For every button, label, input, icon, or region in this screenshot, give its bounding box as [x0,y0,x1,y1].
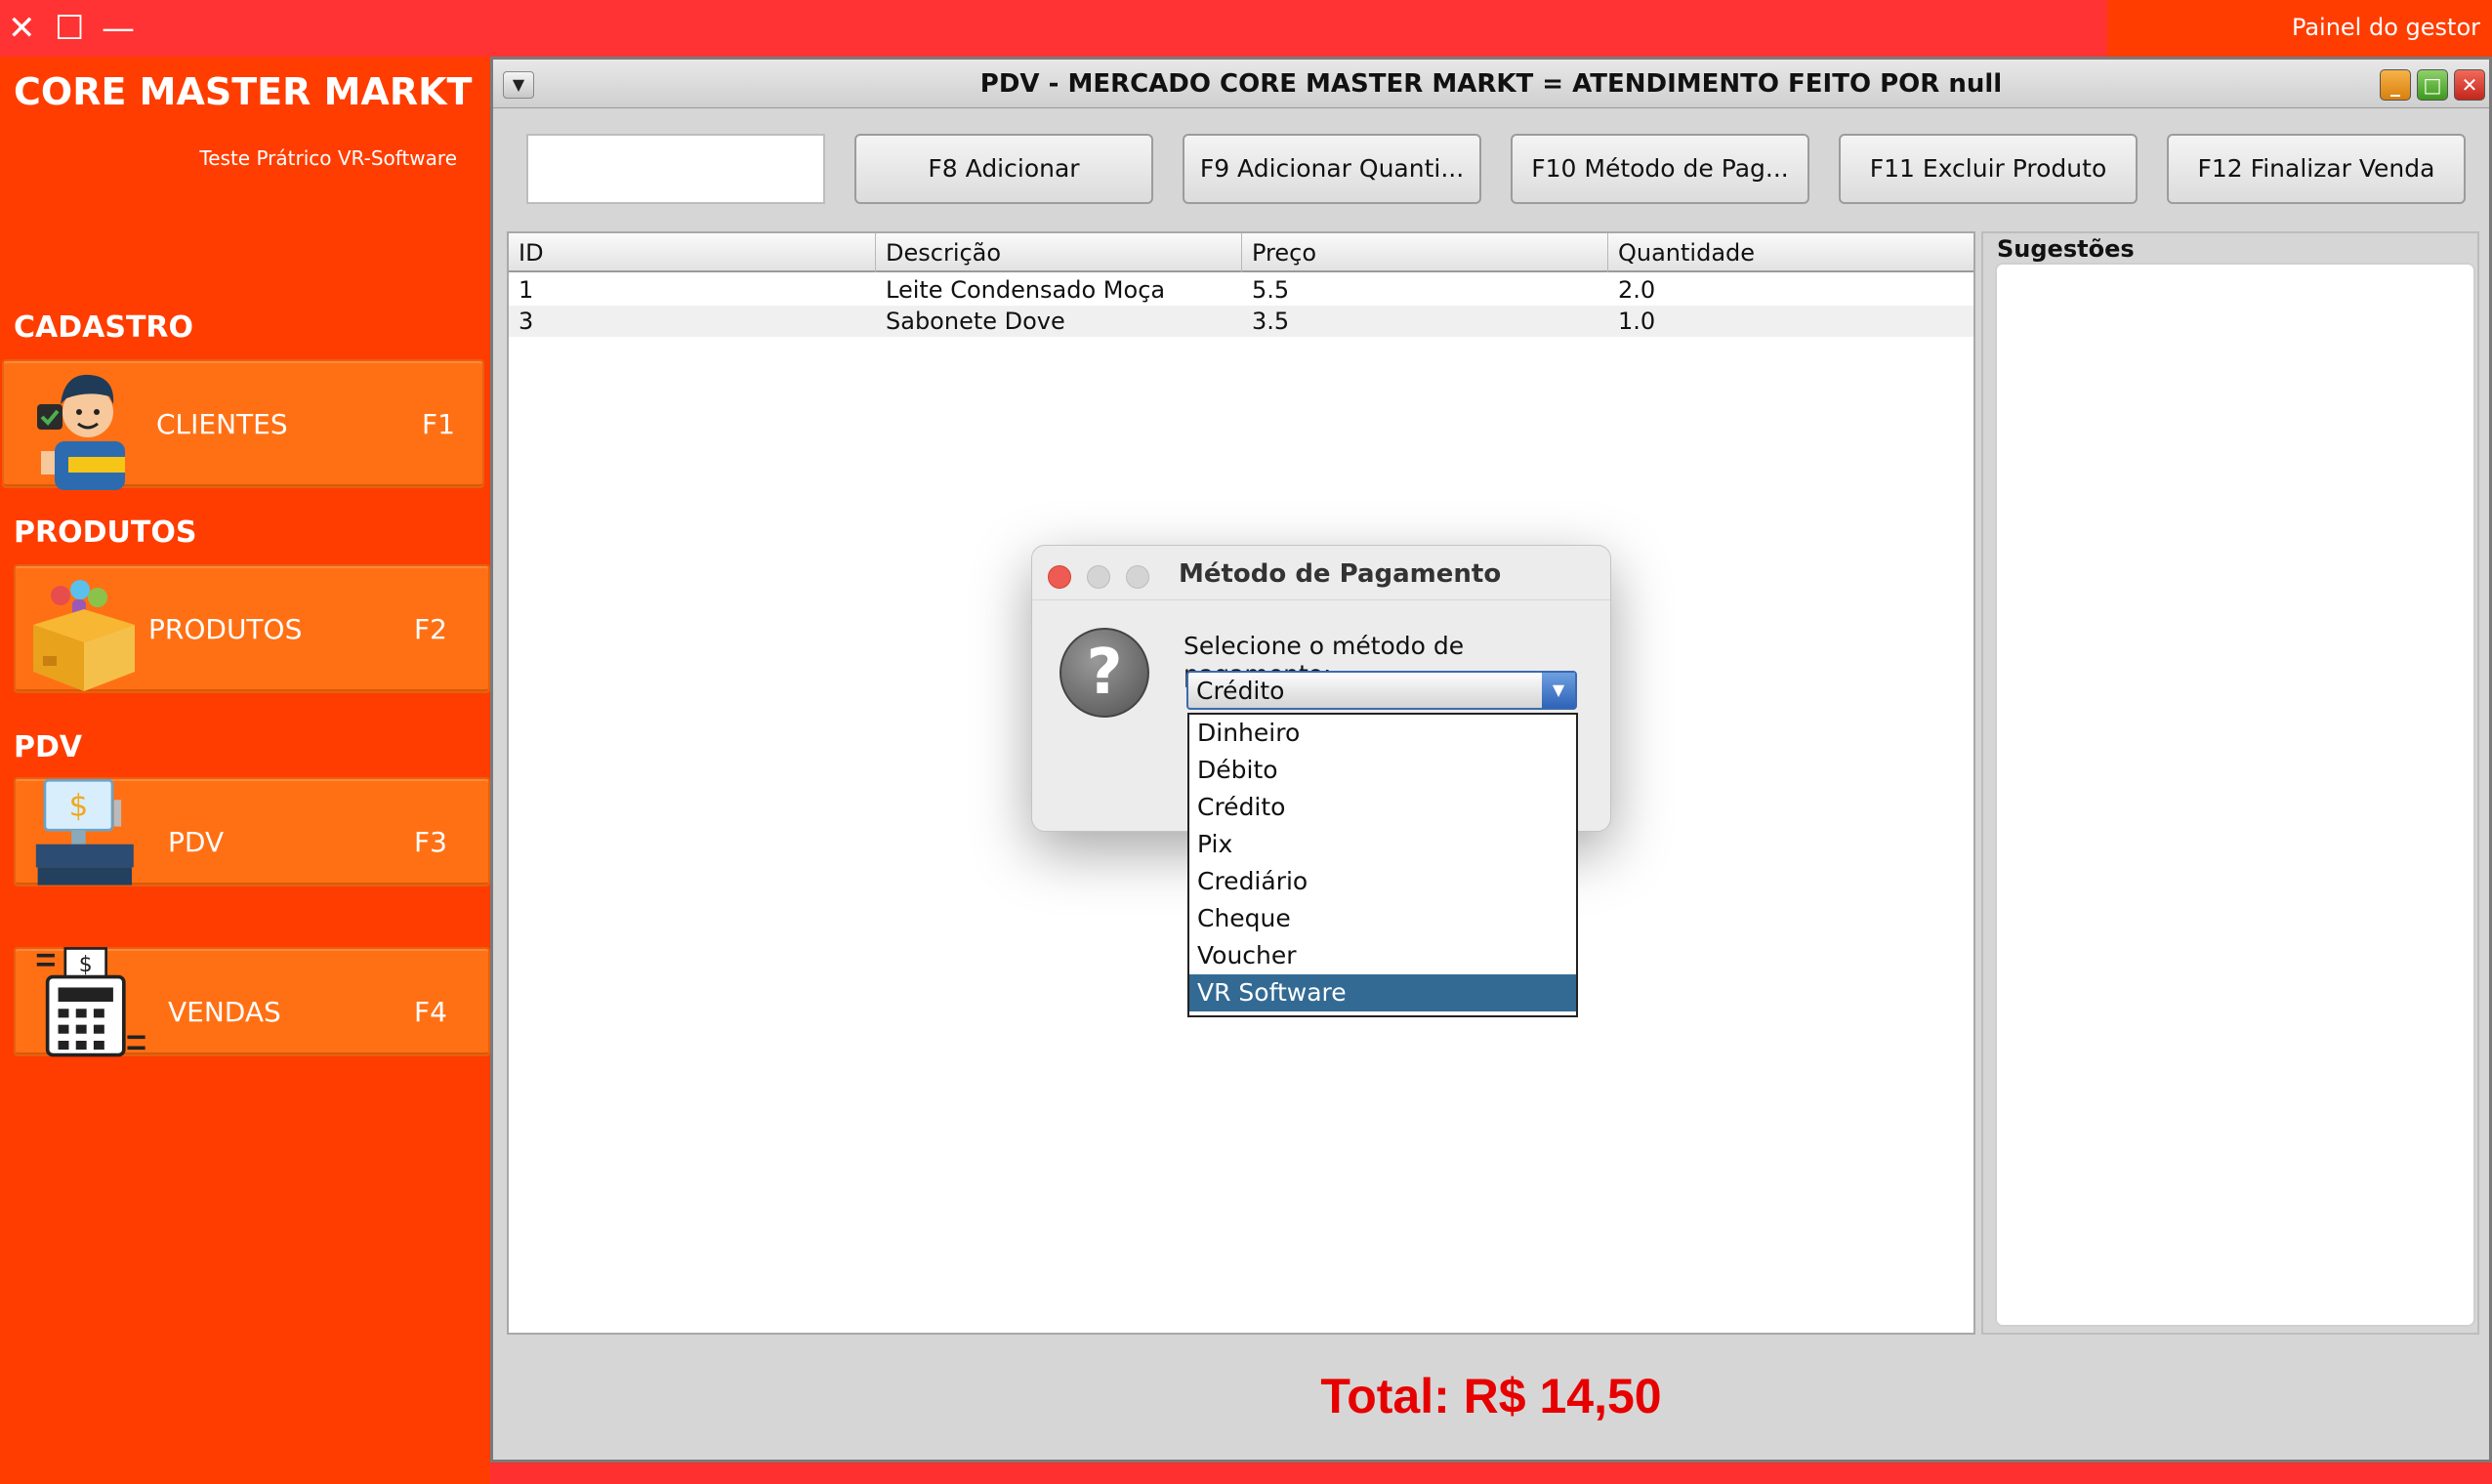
products-box-icon [33,580,135,691]
option-voucher[interactable]: Voucher [1189,937,1576,974]
close-window-button[interactable]: ✕ [2454,69,2485,101]
cell-quantity: 1.0 [1618,308,1656,335]
minimize-icon[interactable]: — [102,10,135,47]
dialog-close-button[interactable] [1048,565,1071,589]
section-pdv: PDV [14,730,83,764]
column-header-quantity[interactable]: Quantidade [1608,233,1973,272]
cell-price: 5.5 [1252,276,1290,304]
svg-text:$: $ [69,789,89,824]
option-cheque[interactable]: Cheque [1189,900,1576,937]
sidebar-item-label: CLIENTES [156,408,288,440]
window-title: PDV - MERCADO CORE MASTER MARKT = ATENDI… [979,69,2003,99]
option-pix[interactable]: Pix [1189,826,1576,863]
maximize-icon[interactable]: ☐ [55,10,84,47]
cell-id: 1 [519,276,534,304]
section-cadastro: CADASTRO [14,310,194,345]
cell-description: Leite Condensado Moça [886,276,1166,304]
maximize-window-button[interactable]: □ [2417,69,2448,101]
option-credito[interactable]: Crédito [1189,789,1576,826]
cell-id: 3 [519,308,534,335]
table-row[interactable]: 1 Leite Condensado Moça 5.5 2.0 [509,274,1973,306]
sidebar-item-produtos[interactable]: PRODUTOS F2 [14,564,490,693]
manager-panel-label: Painel do gestor [2291,14,2480,41]
dialog-title: Método de Pagamento [1179,559,1502,589]
sidebar-item-shortcut: F1 [422,408,455,440]
finish-sale-button[interactable]: F12 Finalizar Venda [2167,134,2466,204]
cell-quantity: 2.0 [1618,276,1656,304]
option-vr-software[interactable]: VR Software [1189,974,1576,1011]
cell-price: 3.5 [1252,308,1290,335]
sidebar-item-clientes[interactable]: CLIENTES F1 [2,359,484,490]
column-header-id[interactable]: ID [509,233,876,272]
suggestions-panel: Sugestões [1981,231,2479,1335]
top-bar: ✕ ☐ — Painel do gestor [0,0,2492,57]
sidebar: CORE MASTER MARKT Teste Prátrico VR-Soft… [0,57,490,1484]
sidebar-item-shortcut: F3 [414,826,447,858]
sidebar-item-label: PRODUTOS [148,613,303,645]
brand-subtitle: Teste Prátrico VR-Software [199,146,457,170]
option-debito[interactable]: Débito [1189,752,1576,789]
sales-calculator-icon: $ [36,947,145,1057]
remove-product-button[interactable]: F11 Excluir Produto [1839,134,2138,204]
sidebar-item-shortcut: F2 [414,613,447,645]
add-quantity-button[interactable]: F9 Adicionar Quanti... [1183,134,1481,204]
sidebar-item-shortcut: F4 [414,996,447,1028]
suggestions-title: Sugestões [1997,235,2135,263]
add-button[interactable]: F8 Adicionar [854,134,1153,204]
brand-title: CORE MASTER MARKT [14,70,473,113]
close-icon[interactable]: ✕ [8,10,36,47]
payment-method-select[interactable]: Crédito ▼ [1186,671,1577,710]
cell-description: Sabonete Dove [886,308,1065,335]
sidebar-item-label: PDV [168,826,225,858]
column-header-description[interactable]: Descrição [876,233,1242,272]
table-row[interactable]: 3 Sabonete Dove 3.5 1.0 [509,306,1973,337]
column-header-price[interactable]: Preço [1242,233,1608,272]
chevron-down-icon[interactable]: ▼ [1542,673,1575,708]
window-titlebar: ▼ PDV - MERCADO CORE MASTER MARKT = ATEN… [493,60,2489,108]
payment-method-options: Dinheiro Débito Crédito Pix Crediário Ch… [1187,713,1578,1017]
svg-text:$: $ [79,953,93,977]
table-header: ID Descrição Preço Quantidade [509,233,1973,272]
product-search-input[interactable] [526,134,825,204]
sidebar-item-pdv[interactable]: $ PDV F3 [14,777,490,886]
option-dinheiro[interactable]: Dinheiro [1189,715,1576,752]
sale-total: Total: R$ 14,50 [1320,1369,1662,1423]
manager-panel-button[interactable]: Painel do gestor [2107,0,2492,57]
sidebar-item-label: VENDAS [168,996,281,1028]
question-icon: ? [1059,628,1149,718]
dialog-minimize-button[interactable] [1087,565,1110,589]
payment-method-button[interactable]: F10 Método de Pag... [1511,134,1809,204]
sidebar-item-vendas[interactable]: $ VENDAS F4 [14,947,490,1057]
pos-terminal-icon: $ [35,778,134,886]
dialog-titlebar: Método de Pagamento [1032,546,1610,600]
section-produtos: PRODUTOS [14,515,197,550]
suggestions-list[interactable] [1995,263,2475,1327]
option-crediario[interactable]: Crediário [1189,863,1576,900]
dialog-zoom-button[interactable] [1126,565,1149,589]
minimize-window-button[interactable]: _ [2380,69,2411,101]
customer-icon [37,374,125,490]
selected-payment-method: Crédito [1196,677,1285,705]
